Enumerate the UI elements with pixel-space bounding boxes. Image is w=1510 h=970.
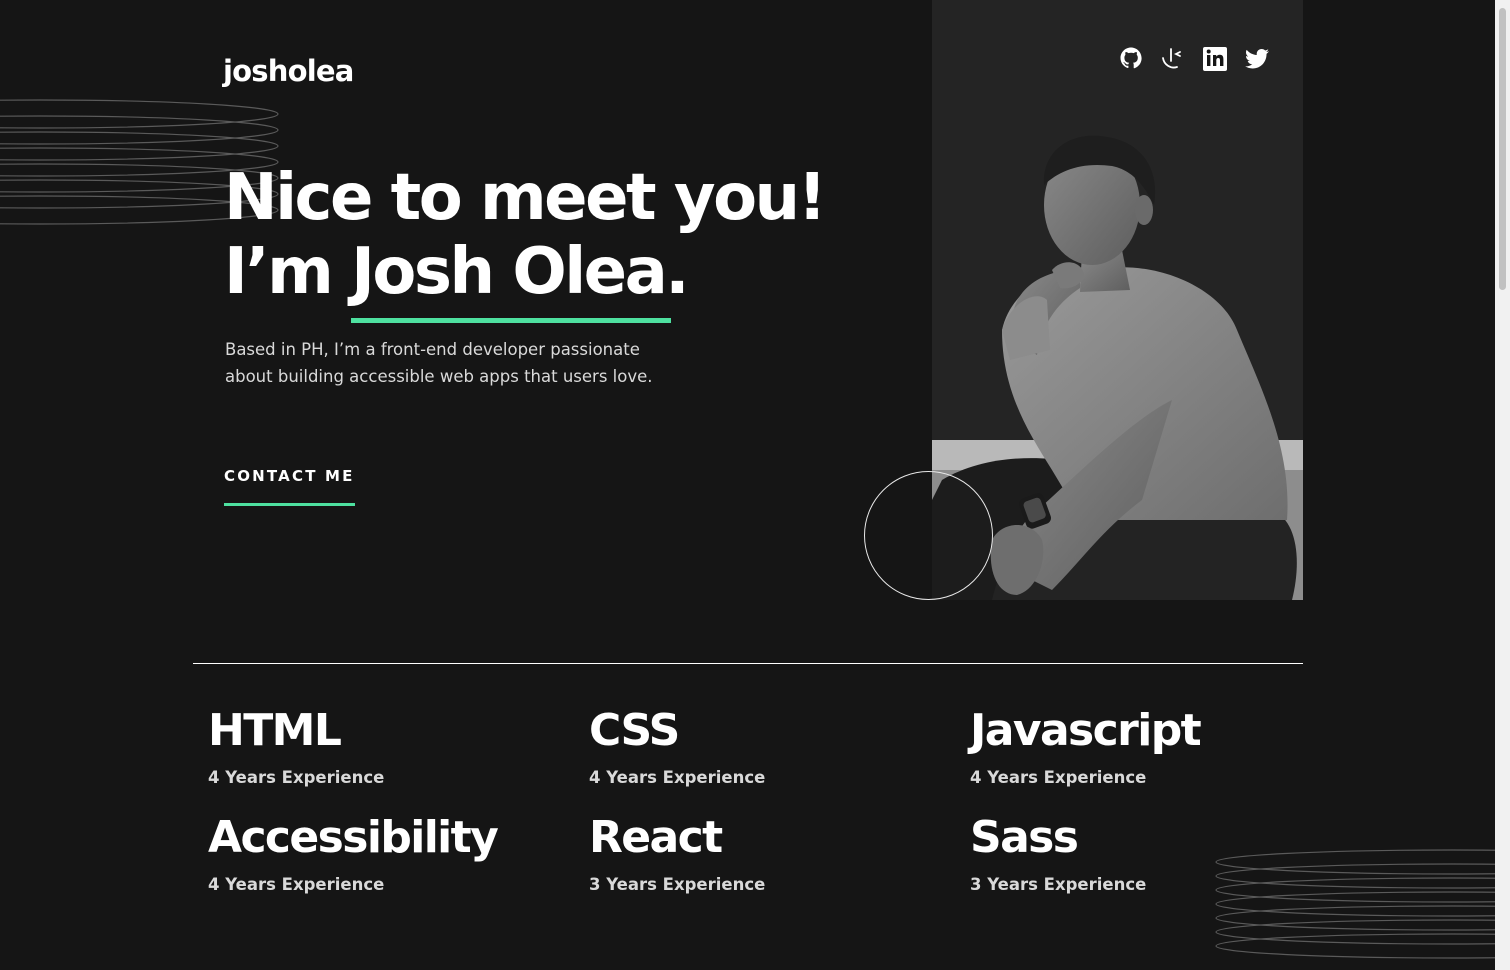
skill-name: Javascript (970, 705, 1202, 756)
twitter-icon (1245, 49, 1269, 69)
skill-name: React (589, 812, 723, 863)
skills-grid: HTML 4 Years Experience CSS 4 Years Expe… (208, 700, 1308, 896)
skill-item: Sass 3 Years Experience (970, 807, 1308, 896)
skill-name: Accessibility (208, 812, 499, 863)
hero-heading: Nice to meet you! I’m Josh Olea. (224, 161, 827, 323)
skill-experience: 4 Years Experience (589, 768, 766, 787)
portfolio-page: josholea Nice to meet you! I’m Josh Olea… (0, 0, 1510, 970)
skill-item: HTML 4 Years Experience (208, 700, 589, 789)
github-link[interactable] (1117, 42, 1145, 74)
skill-name: CSS (589, 705, 680, 756)
skill-experience: 3 Years Experience (589, 875, 766, 894)
skill-experience: 3 Years Experience (970, 875, 1147, 894)
skill-item: Javascript 4 Years Experience (970, 700, 1308, 789)
skill-experience: 4 Years Experience (970, 768, 1147, 787)
section-divider (193, 663, 1303, 664)
frontend-mentor-link[interactable] (1159, 42, 1187, 74)
heading-line-2-prefix: I’m (224, 235, 352, 309)
skill-name: HTML (208, 705, 342, 756)
skill-item: Accessibility 4 Years Experience (208, 807, 589, 896)
scrollbar-thumb[interactable] (1499, 8, 1506, 290)
github-icon (1120, 47, 1142, 69)
site-logo[interactable]: josholea (223, 54, 354, 88)
twitter-link[interactable] (1243, 42, 1271, 74)
contact-me-button[interactable]: CONTACT ME (224, 467, 355, 506)
circle-decoration (864, 471, 993, 600)
heading-line-1: Nice to meet you! (224, 161, 827, 235)
page-scrollbar[interactable] (1495, 0, 1510, 970)
linkedin-link[interactable] (1201, 42, 1229, 74)
hero-description: Based in PH, I’m a front-end developer p… (225, 340, 653, 386)
skill-item: React 3 Years Experience (589, 807, 970, 896)
skill-name: Sass (970, 812, 1079, 863)
frontend-mentor-icon (1162, 48, 1181, 69)
skill-experience: 4 Years Experience (208, 768, 385, 787)
skill-item: CSS 4 Years Experience (589, 700, 970, 789)
skill-experience: 4 Years Experience (208, 875, 385, 894)
heading-name: Josh Olea. (351, 235, 690, 323)
social-links (1117, 42, 1271, 74)
linkedin-icon (1203, 47, 1227, 71)
